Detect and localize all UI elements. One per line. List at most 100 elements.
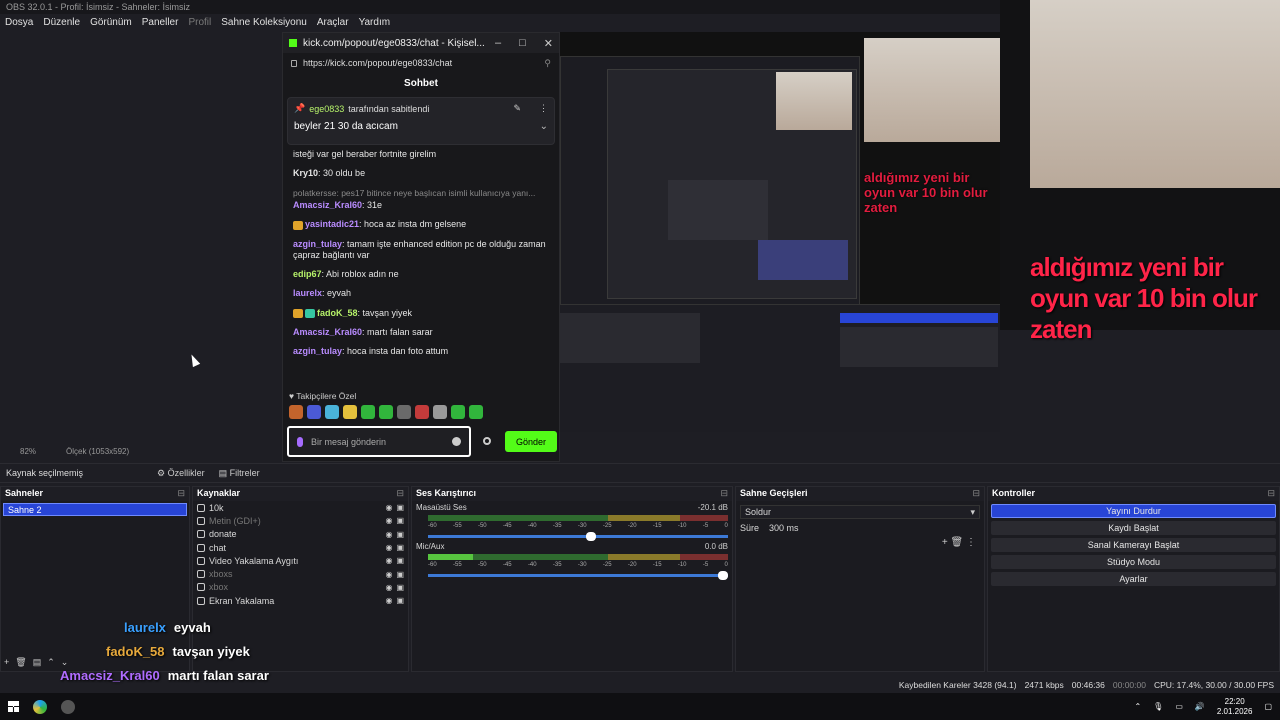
dock-float-icon[interactable]: ⊟ xyxy=(720,488,728,500)
chat-username[interactable]: Amacsiz_Kral60 xyxy=(293,200,362,210)
eye-icon[interactable]: ◉ xyxy=(385,503,392,512)
transition-select[interactable]: Soldur ▾ xyxy=(740,505,980,519)
chat-username[interactable]: edip67 xyxy=(293,269,322,279)
studio-mode-button[interactable]: Stüdyo Modu xyxy=(991,555,1276,569)
pinned-message[interactable]: 📌 ege0833 tarafından sabitlendi ✎ ⋮ beyle… xyxy=(287,97,555,145)
menu-yardim[interactable]: Yardım xyxy=(359,17,391,29)
emote[interactable] xyxy=(343,405,357,419)
duration-input[interactable]: 300 ms xyxy=(769,523,799,533)
extension-icon[interactable]: ⚲ xyxy=(544,58,551,69)
eye-icon[interactable]: ◉ xyxy=(385,583,392,592)
emote[interactable] xyxy=(325,405,339,419)
menu-gorunum[interactable]: Görünüm xyxy=(90,17,132,29)
lock-icon[interactable]: ▣ xyxy=(396,556,404,565)
add-icon[interactable]: + xyxy=(942,537,948,548)
volume-icon[interactable]: 🔊 xyxy=(1195,702,1205,711)
reply-reference[interactable]: polatkersse: pes17 bitince neye başlıcan… xyxy=(293,188,549,199)
lock-icon[interactable]: ▣ xyxy=(396,570,404,579)
source-item[interactable]: chat ◉ ▣ xyxy=(193,541,408,554)
emote[interactable] xyxy=(451,405,465,419)
emote[interactable] xyxy=(307,405,321,419)
volume-knob[interactable] xyxy=(718,571,728,580)
start-icon[interactable] xyxy=(8,701,19,712)
up-icon[interactable]: ⌃ xyxy=(47,657,55,669)
emote[interactable] xyxy=(379,405,393,419)
network-icon[interactable]: ▭ xyxy=(1175,702,1183,711)
chevron-down-icon[interactable]: ⌄ xyxy=(540,121,548,132)
eye-icon[interactable]: ◉ xyxy=(385,516,392,525)
chat-username[interactable]: Amacsiz_Kral60 xyxy=(293,327,362,337)
eye-icon[interactable]: ◉ xyxy=(385,570,392,579)
preview-canvas-left[interactable] xyxy=(0,32,282,442)
volume-slider[interactable] xyxy=(428,571,728,580)
notification-icon[interactable]: ▢ xyxy=(1264,702,1272,711)
settings-button[interactable]: Ayarlar xyxy=(991,572,1276,586)
pinned-user[interactable]: ege0833 xyxy=(309,104,344,114)
source-item[interactable]: Ekran Yakalama ◉ ▣ xyxy=(193,594,408,607)
dock-float-icon[interactable]: ⊟ xyxy=(396,488,404,500)
zoom-level[interactable]: 82% xyxy=(20,447,36,457)
filter-icon[interactable]: ▤ xyxy=(33,657,42,669)
menu-dosya[interactable]: Dosya xyxy=(5,17,33,29)
source-item[interactable]: xbox ◉ ▣ xyxy=(193,581,408,594)
chevron-up-icon[interactable]: ⌃ xyxy=(1134,702,1141,711)
source-item[interactable]: 10k ◉ ▣ xyxy=(193,501,408,514)
menu-profil[interactable]: Profil xyxy=(188,17,211,29)
source-item[interactable]: xboxs ◉ ▣ xyxy=(193,567,408,580)
chat-username[interactable]: yasintadic21 xyxy=(305,219,359,229)
menu-duzenle[interactable]: Düzenle xyxy=(43,17,80,29)
dock-float-icon[interactable]: ⊟ xyxy=(1267,488,1275,500)
emote[interactable] xyxy=(415,405,429,419)
delete-icon[interactable]: 🗑 xyxy=(951,537,964,548)
eye-icon[interactable]: ◉ xyxy=(385,596,392,605)
source-item[interactable]: Metin (GDI+) ◉ ▣ xyxy=(193,514,408,527)
emote[interactable] xyxy=(289,405,303,419)
lock-icon[interactable]: ▣ xyxy=(396,503,404,512)
scale-info[interactable]: Ölçek (1053x592) xyxy=(66,447,129,457)
filters-button[interactable]: ▤ Filtreler xyxy=(219,468,260,479)
scene-item[interactable]: Sahne 2 xyxy=(3,503,187,516)
preview-canvas[interactable]: aldığımız yeni bir oyun var 10 bin olur … xyxy=(560,32,1000,432)
eye-icon[interactable]: ◉ xyxy=(385,556,392,565)
emote[interactable] xyxy=(361,405,375,419)
edge-icon[interactable] xyxy=(33,699,47,714)
maximize-icon[interactable]: □ xyxy=(519,37,526,50)
clock[interactable]: 22:20 2.01.2026 xyxy=(1217,697,1253,716)
unpin-icon[interactable]: ✎ xyxy=(513,103,521,114)
eye-icon[interactable]: ◉ xyxy=(385,543,392,552)
chat-username[interactable]: fadoK_58 xyxy=(317,308,358,318)
lock-icon[interactable]: ▣ xyxy=(396,530,404,539)
dock-float-icon[interactable]: ⊟ xyxy=(177,488,185,500)
more-icon[interactable]: ⋮ xyxy=(539,103,548,114)
add-icon[interactable]: + xyxy=(4,657,9,669)
kick-url[interactable]: https://kick.com/popout/ege0833/chat xyxy=(303,58,452,68)
eye-icon[interactable]: ◉ xyxy=(385,530,392,539)
chat-username[interactable]: azgin_tulay xyxy=(293,239,342,249)
dock-float-icon[interactable]: ⊟ xyxy=(972,488,980,500)
volume-knob[interactable] xyxy=(586,532,596,541)
emote[interactable] xyxy=(397,405,411,419)
chat-username[interactable]: Kry10 xyxy=(293,168,318,178)
start-recording-button[interactable]: Kaydı Başlat xyxy=(991,521,1276,535)
lock-icon[interactable]: ▣ xyxy=(396,516,404,525)
chat-username[interactable]: laurelx xyxy=(293,288,322,298)
menu-araclar[interactable]: Araçlar xyxy=(317,17,349,29)
emote[interactable] xyxy=(433,405,447,419)
menu-sahne-koleksiyonu[interactable]: Sahne Koleksiyonu xyxy=(221,17,307,29)
start-virtual-camera-button[interactable]: Sanal Kamerayı Başlat xyxy=(991,538,1276,552)
lock-icon[interactable]: ▣ xyxy=(396,596,404,605)
lock-icon[interactable]: ▣ xyxy=(396,543,404,552)
delete-icon[interactable]: 🗑 xyxy=(15,657,26,669)
properties-button[interactable]: ⚙ Özellikler xyxy=(157,468,205,479)
volume-slider[interactable] xyxy=(428,532,728,541)
lock-icon[interactable]: ▣ xyxy=(396,583,404,592)
close-icon[interactable]: ✕ xyxy=(544,37,553,50)
obs-icon[interactable] xyxy=(61,699,75,714)
mic-tray-icon[interactable]: 🎙 xyxy=(1153,702,1163,711)
more-icon[interactable]: ⋮ xyxy=(966,537,976,548)
menu-paneller[interactable]: Paneller xyxy=(142,17,179,29)
minimize-icon[interactable]: – xyxy=(495,37,501,50)
source-item[interactable]: donate ◉ ▣ xyxy=(193,528,408,541)
chat-settings-icon[interactable] xyxy=(483,437,491,445)
stop-stream-button[interactable]: Yayını Durdur xyxy=(991,504,1276,518)
